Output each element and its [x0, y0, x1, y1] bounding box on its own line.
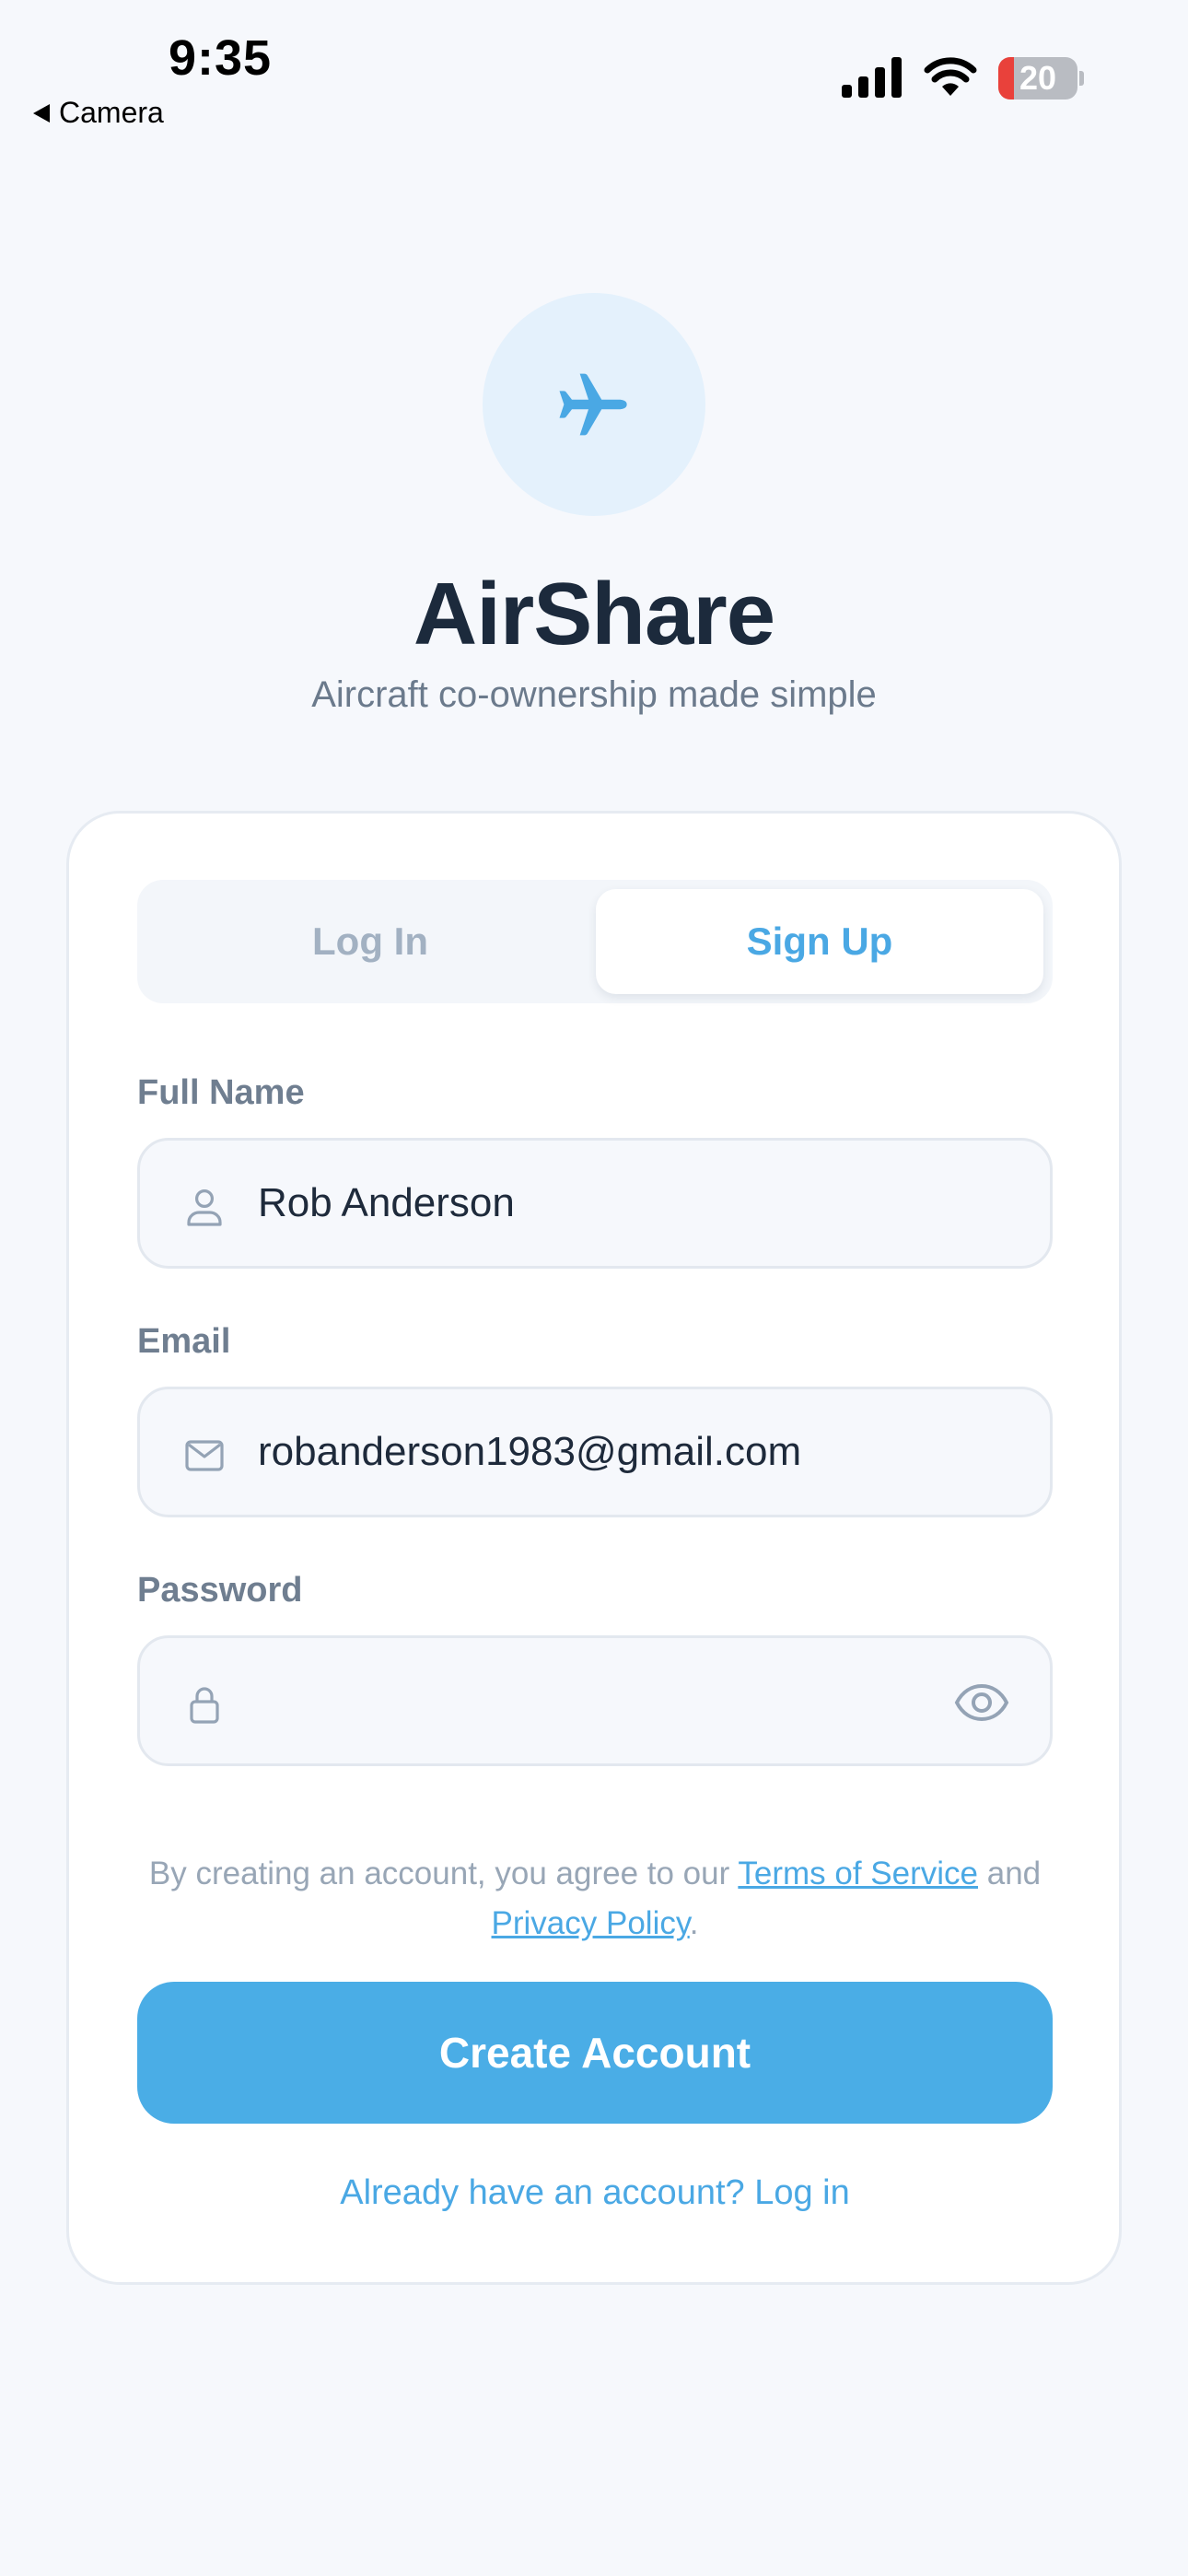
auth-card: Log In Sign Up Full Name Email Password	[66, 811, 1122, 2285]
terms-middle: and	[978, 1856, 1042, 1891]
terms-notice: By creating an account, you agree to our…	[137, 1849, 1053, 1949]
privacy-policy-link[interactable]: Privacy Policy	[492, 1905, 690, 1941]
login-link[interactable]: Already have an account? Log in	[137, 2173, 1053, 2213]
create-account-button[interactable]: Create Account	[137, 1982, 1053, 2124]
app-subtitle: Aircraft co-ownership made simple	[311, 674, 877, 715]
email-input[interactable]	[258, 1389, 958, 1515]
terms-of-service-link[interactable]: Terms of Service	[738, 1856, 978, 1891]
status-time: 9:35	[169, 30, 273, 86]
cellular-signal-icon	[842, 57, 902, 98]
tab-signup[interactable]: Sign Up	[596, 889, 1043, 994]
password-label: Password	[137, 1571, 303, 1610]
signup-screen: 9:35 Camera 20 AirShare Aircraft co-owne…	[0, 0, 1188, 2576]
app-logo	[483, 293, 705, 516]
full-name-label: Full Name	[137, 1073, 305, 1112]
back-to-app-link[interactable]: Camera	[33, 96, 164, 130]
terms-prefix: By creating an account, you agree to our	[148, 1856, 739, 1891]
eye-icon[interactable]	[954, 1682, 1009, 1723]
auth-tabs: Log In Sign Up	[137, 880, 1053, 1003]
back-app-label: Camera	[59, 96, 164, 129]
password-field[interactable]	[137, 1635, 1053, 1766]
full-name-input[interactable]	[258, 1141, 958, 1266]
tab-login[interactable]: Log In	[146, 889, 594, 994]
airplane-icon	[559, 373, 627, 436]
person-icon	[187, 1189, 222, 1226]
battery-percent: 20	[1019, 59, 1057, 97]
password-input[interactable]	[258, 1638, 958, 1763]
back-triangle-icon	[33, 103, 50, 123]
terms-suffix: .	[689, 1905, 699, 1941]
wifi-icon	[924, 57, 977, 96]
battery-indicator: 20	[998, 57, 1084, 100]
email-label: Email	[137, 1322, 231, 1361]
mail-icon	[185, 1440, 224, 1471]
app-title: AirShare	[413, 565, 775, 663]
full-name-field[interactable]	[137, 1138, 1053, 1269]
email-field[interactable]	[137, 1387, 1053, 1517]
lock-icon	[190, 1687, 219, 1724]
